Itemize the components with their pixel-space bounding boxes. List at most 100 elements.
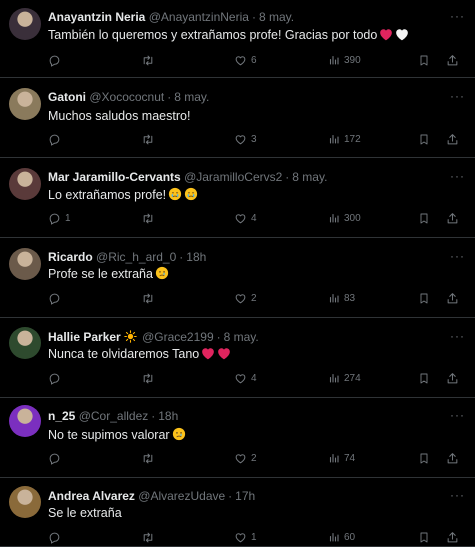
- retweet-button[interactable]: [141, 452, 159, 465]
- tweet[interactable]: Gatoni @Xocococnut · 8 may. ··· Muchos salud…: [0, 78, 475, 158]
- retweet-icon: [141, 372, 155, 385]
- more-options-icon[interactable]: ···: [450, 89, 465, 103]
- share-button[interactable]: [446, 54, 459, 67]
- bookmark-button[interactable]: [418, 133, 430, 146]
- share-button[interactable]: [446, 212, 459, 225]
- share-button[interactable]: [446, 292, 459, 305]
- like-button[interactable]: 1: [234, 531, 257, 544]
- like-count: 4: [251, 373, 257, 384]
- more-options-icon[interactable]: ···: [450, 249, 465, 263]
- avatar[interactable]: [9, 8, 41, 40]
- retweet-button[interactable]: [141, 133, 159, 146]
- tweet[interactable]: Mar Jaramillo-Cervants @JaramilloCervs2 ·…: [0, 158, 475, 238]
- reply-button[interactable]: [48, 292, 65, 305]
- timestamp[interactable]: 17h: [235, 489, 255, 503]
- display-name[interactable]: Ricardo: [48, 250, 93, 264]
- like-button[interactable]: 4: [234, 212, 257, 225]
- avatar[interactable]: [9, 405, 41, 437]
- views-button[interactable]: 274: [328, 372, 361, 384]
- more-options-icon[interactable]: ···: [450, 329, 465, 343]
- more-options-icon[interactable]: ···: [450, 169, 465, 183]
- display-name[interactable]: Mar Jaramillo-Cervants: [48, 170, 181, 184]
- bookmark-button[interactable]: [418, 292, 430, 305]
- separator-dot: ·: [228, 489, 233, 503]
- views-icon: [328, 452, 340, 464]
- reply-count: 1: [65, 213, 71, 224]
- retweet-button[interactable]: [141, 292, 159, 305]
- timestamp[interactable]: 8 may.: [224, 330, 259, 344]
- retweet-button[interactable]: [141, 372, 159, 385]
- tweet-actions: 1 4 300: [48, 212, 458, 226]
- user-handle[interactable]: @AlvarezUdave: [138, 489, 225, 503]
- reply-button[interactable]: [48, 133, 65, 146]
- tweet[interactable]: Anayantzin Neria @AnayantzinNeria · 8 may.…: [0, 0, 475, 78]
- tweet[interactable]: n_25 @Cor_alldez · 18h ··· No te supimos val…: [0, 398, 475, 478]
- retweet-button[interactable]: [141, 212, 159, 225]
- share-button[interactable]: [446, 133, 459, 146]
- display-name[interactable]: Anayantzin Neria: [48, 10, 145, 24]
- retweet-icon: [141, 54, 155, 67]
- reply-button[interactable]: [48, 452, 65, 465]
- tweet-text: Lo extrañamos profe!: [48, 187, 198, 205]
- reply-button[interactable]: [48, 54, 65, 67]
- reply-button[interactable]: [48, 531, 65, 544]
- more-options-icon[interactable]: ···: [450, 9, 465, 23]
- bookmark-button[interactable]: [418, 54, 430, 67]
- timestamp[interactable]: 18h: [158, 409, 178, 423]
- bookmark-button[interactable]: [418, 452, 430, 465]
- timestamp[interactable]: 18h: [186, 250, 206, 264]
- avatar[interactable]: [9, 248, 41, 280]
- like-button[interactable]: 2: [234, 452, 257, 465]
- avatar[interactable]: [9, 168, 41, 200]
- views-button[interactable]: 83: [328, 292, 355, 304]
- like-button[interactable]: 6: [234, 54, 257, 67]
- more-options-icon[interactable]: ···: [450, 488, 465, 502]
- tweet[interactable]: Ricardo @Ric_h_ard_0 · 18h ··· Profe se le e…: [0, 238, 475, 318]
- more-options-icon[interactable]: ···: [450, 408, 465, 422]
- user-handle[interactable]: @Xocococnut: [89, 90, 164, 104]
- tweet[interactable]: Hallie Parker @Grace2199 · 8 may. ··· Nunca …: [0, 318, 475, 398]
- views-button[interactable]: 60: [328, 531, 355, 543]
- display-name[interactable]: Andrea Alvarez: [48, 489, 135, 503]
- bookmark-icon: [418, 212, 430, 225]
- display-name[interactable]: Gatoni: [48, 90, 86, 104]
- user-handle[interactable]: @JaramilloCervs2: [184, 170, 282, 184]
- bookmark-button[interactable]: [418, 531, 430, 544]
- share-button[interactable]: [446, 372, 459, 385]
- like-button[interactable]: 3: [234, 133, 257, 146]
- bookmark-button[interactable]: [418, 212, 430, 225]
- display-name[interactable]: Hallie Parker: [48, 330, 121, 344]
- user-handle[interactable]: @AnayantzinNeria: [149, 10, 249, 24]
- avatar[interactable]: [9, 327, 41, 359]
- reply-icon: [48, 452, 61, 465]
- tweet[interactable]: Andrea Alvarez @AlvarezUdave · 17h ··· Se le…: [0, 478, 475, 547]
- views-button[interactable]: 172: [328, 133, 361, 145]
- reply-button[interactable]: 1: [48, 212, 71, 225]
- user-handle[interactable]: @Grace2199: [142, 330, 214, 344]
- views-button[interactable]: 300: [328, 212, 361, 224]
- like-button[interactable]: 4: [234, 372, 257, 385]
- timestamp[interactable]: 8 may.: [174, 90, 209, 104]
- views-button[interactable]: 74: [328, 452, 355, 464]
- share-button[interactable]: [446, 452, 459, 465]
- share-icon: [446, 54, 459, 67]
- reply-button[interactable]: [48, 372, 65, 385]
- retweet-icon: [141, 531, 155, 544]
- replies-feed: Anayantzin Neria @AnayantzinNeria · 8 may.…: [0, 0, 475, 547]
- retweet-button[interactable]: [141, 531, 159, 544]
- timestamp[interactable]: 8 may.: [292, 170, 327, 184]
- user-handle[interactable]: @Ric_h_ard_0: [96, 250, 176, 264]
- avatar[interactable]: [9, 486, 41, 518]
- avatar[interactable]: [9, 88, 41, 120]
- timestamp[interactable]: 8 may.: [259, 10, 294, 24]
- retweet-button[interactable]: [141, 54, 159, 67]
- views-button[interactable]: 390: [328, 54, 361, 66]
- display-name[interactable]: n_25: [48, 409, 75, 423]
- bookmark-button[interactable]: [418, 372, 430, 385]
- like-button[interactable]: 2: [234, 292, 257, 305]
- user-handle[interactable]: @Cor_alldez: [79, 409, 149, 423]
- share-button[interactable]: [446, 531, 459, 544]
- retweet-icon: [141, 452, 155, 465]
- separator-dot: ·: [167, 90, 172, 104]
- bookmark-icon: [418, 452, 430, 465]
